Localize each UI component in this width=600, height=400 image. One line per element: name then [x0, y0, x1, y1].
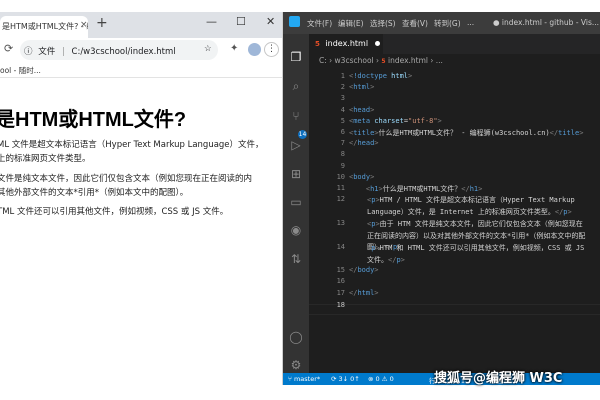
- browser-menu-icon[interactable]: ⋮: [264, 42, 279, 57]
- maximize-icon[interactable]: ☐: [236, 15, 246, 28]
- line-number: 8: [340, 150, 345, 158]
- watermark: 搜狐号@编程狮 W3C: [434, 371, 563, 386]
- breadcrumb-drive[interactable]: C:: [319, 56, 327, 65]
- minimize-icon[interactable]: —: [206, 15, 217, 28]
- new-tab-button[interactable]: +: [96, 15, 108, 31]
- line-number: 4: [340, 106, 345, 114]
- bookmark-star-icon[interactable]: ☆: [204, 44, 212, 54]
- page-paragraph-1: ML 文件是超文本标记语言（Hyper Text Markup Language…: [0, 140, 264, 164]
- search-icon[interactable]: ⌕: [289, 79, 303, 94]
- line-number: 17: [336, 289, 345, 297]
- menu-file[interactable]: 文件(F): [307, 18, 332, 29]
- code-line[interactable]: <!doctype html>: [349, 72, 597, 80]
- menu-edit[interactable]: 编辑(E): [338, 18, 364, 29]
- browser-tab-title: 是HTM或HTML文件? - 编: [2, 22, 88, 31]
- cursor-line-highlight: [309, 304, 600, 315]
- code-line[interactable]: <meta charset="utf-8">: [349, 117, 597, 125]
- editor-tab-label: index.html: [325, 39, 369, 48]
- line-number: 16: [336, 277, 345, 285]
- url-text: C:/w3cschool/index.html: [71, 47, 176, 57]
- line-number: 6: [340, 128, 345, 136]
- code-line[interactable]: <html>: [349, 83, 597, 91]
- line-number: 9: [340, 162, 345, 170]
- browser-tab[interactable]: 是HTM或HTML文件? - 编 ×: [0, 16, 88, 38]
- line-number: 3: [340, 94, 345, 102]
- line-number: 15: [336, 266, 345, 274]
- vscode-window: 文件(F) 编辑(E) 选择(S) 查看(V) 转到(G) ... ● inde…: [283, 12, 600, 385]
- line-number: 1: [340, 72, 345, 80]
- problems-indicator[interactable]: ⊗ 0 ⚠ 0: [368, 375, 394, 383]
- line-number: 10: [336, 173, 345, 181]
- editor-tab-index-html[interactable]: 5 index.html: [309, 34, 383, 54]
- code-line[interactable]: <p>HTM / HTML 文件是超文本标记语言（Hyper Text Mark…: [367, 195, 589, 218]
- editor-tab-bar: 5 index.html: [309, 34, 600, 54]
- bookmark-item[interactable]: ool - 随时...: [0, 66, 41, 75]
- breadcrumb-file[interactable]: index.html: [388, 56, 428, 65]
- code-line[interactable]: </html>: [349, 289, 597, 297]
- settings-gear-icon[interactable]: ⚙: [289, 358, 303, 372]
- page-heading: 是HTM或HTML文件?: [0, 109, 187, 131]
- code-line[interactable]: </head>: [349, 139, 597, 147]
- browser-page: 是HTM或HTML文件? ML 文件是超文本标记语言（Hyper Text Ma…: [0, 82, 282, 385]
- browser-window: 是HTM或HTML文件? - 编 × + — ☐ ✕ ⟳ ⓘ 文件 | C:/w…: [0, 12, 283, 385]
- profile-avatar[interactable]: [248, 43, 261, 56]
- activity-bar: ❐ ⌕ ⑂ 14 ▷ ⊞ ▭ ◉ ⇅ ◯ ⚙: [283, 34, 309, 373]
- code-line[interactable]: </body>: [349, 266, 597, 274]
- menu-view[interactable]: 查看(V): [402, 18, 428, 29]
- pull-request-icon[interactable]: ⇅: [289, 252, 303, 266]
- url-separator: |: [61, 47, 65, 57]
- tab-close-icon[interactable]: ×: [80, 20, 88, 30]
- code-editor[interactable]: 1 <!doctype html> 2 <html> 3 4 <head> 5 <meta ch…: [309, 70, 600, 373]
- html5-file-icon: 5: [315, 40, 320, 48]
- address-bar[interactable]: ⓘ 文件 | C:/w3cschool/index.html ☆: [20, 40, 218, 60]
- breadcrumb-more[interactable]: ...: [436, 56, 443, 65]
- account-icon[interactable]: ◯: [289, 330, 303, 344]
- page-paragraph-3: TML 文件还可以引用其他文件，例如视频，CSS 或 JS 文件。: [0, 207, 229, 217]
- sync-status[interactable]: ⟳ 3↓ 0↑: [331, 375, 360, 383]
- branch-indicator[interactable]: ⑂ master*: [288, 375, 320, 383]
- browser-tab-strip: 是HTM或HTML文件? - 编 × + — ☐ ✕: [0, 12, 282, 38]
- line-number: 14: [336, 243, 345, 251]
- vscode-titlebar: 文件(F) 编辑(E) 选择(S) 查看(V) 转到(G) ... ● inde…: [283, 12, 600, 34]
- code-line[interactable]: <body>: [349, 173, 597, 181]
- remote-explorer-icon[interactable]: ▭: [289, 195, 303, 209]
- extensions-icon[interactable]: ⊞: [289, 167, 303, 181]
- close-icon[interactable]: ✕: [266, 15, 275, 28]
- code-line[interactable]: <head>: [349, 106, 597, 114]
- menu-more[interactable]: ...: [467, 18, 474, 27]
- files-icon[interactable]: ❐: [289, 50, 303, 64]
- breadcrumb: C: › w3cschool › 5 index.html › ...: [309, 54, 600, 68]
- code-line[interactable]: <title>什么是HTM或HTML文件？ - 编程狮(w3cschool.cn…: [349, 128, 597, 138]
- browser-toolbar: ⟳ ⓘ 文件 | C:/w3cschool/index.html ☆ ✦ ⋮: [0, 38, 282, 62]
- branch-name: master*: [293, 375, 321, 383]
- extensions-icon[interactable]: ✦: [230, 43, 238, 54]
- menu-selection[interactable]: 选择(S): [370, 18, 396, 29]
- line-number: 13: [336, 219, 345, 227]
- line-number: 5: [340, 117, 345, 125]
- breadcrumb-folder[interactable]: w3cschool: [335, 56, 374, 65]
- line-number: 7: [340, 139, 345, 147]
- vscode-logo-icon: [289, 16, 300, 27]
- code-line[interactable]: <p>HTM 和 HTML 文件还可以引用其他文件，例如视频，CSS 或 JS …: [367, 243, 589, 266]
- screenshot-root: 是HTM或HTML文件? - 编 × + — ☐ ✕ ⟳ ⓘ 文件 | C:/w…: [0, 0, 600, 400]
- source-control-icon[interactable]: ⑂: [289, 109, 303, 123]
- line-number: 11: [336, 184, 345, 192]
- line-number: 12: [336, 195, 345, 203]
- bookmarks-bar: ool - 随时...: [0, 62, 282, 78]
- site-info-icon[interactable]: ⓘ: [24, 47, 33, 57]
- line-number: 2: [340, 83, 345, 91]
- url-scheme-label: 文件: [38, 47, 56, 57]
- vscode-window-title: ● index.html - github - Vis...: [493, 18, 600, 27]
- github-icon[interactable]: ◉: [289, 223, 303, 237]
- page-paragraph-2: 文件是纯文本文件，因此它们仅包含文本（例如您现在正在阅读的内 其他外部文件的文本…: [0, 174, 253, 198]
- run-icon[interactable]: ▷: [289, 138, 303, 152]
- code-line[interactable]: <h1>什么是HTM或HTML文件？</h1>: [349, 184, 597, 194]
- reload-icon[interactable]: ⟳: [4, 42, 13, 55]
- menu-go[interactable]: 转到(G): [434, 18, 461, 29]
- line-number: 18: [336, 301, 345, 309]
- html5-breadcrumb-icon: 5: [381, 58, 386, 65]
- unsaved-dot-icon[interactable]: [375, 41, 380, 46]
